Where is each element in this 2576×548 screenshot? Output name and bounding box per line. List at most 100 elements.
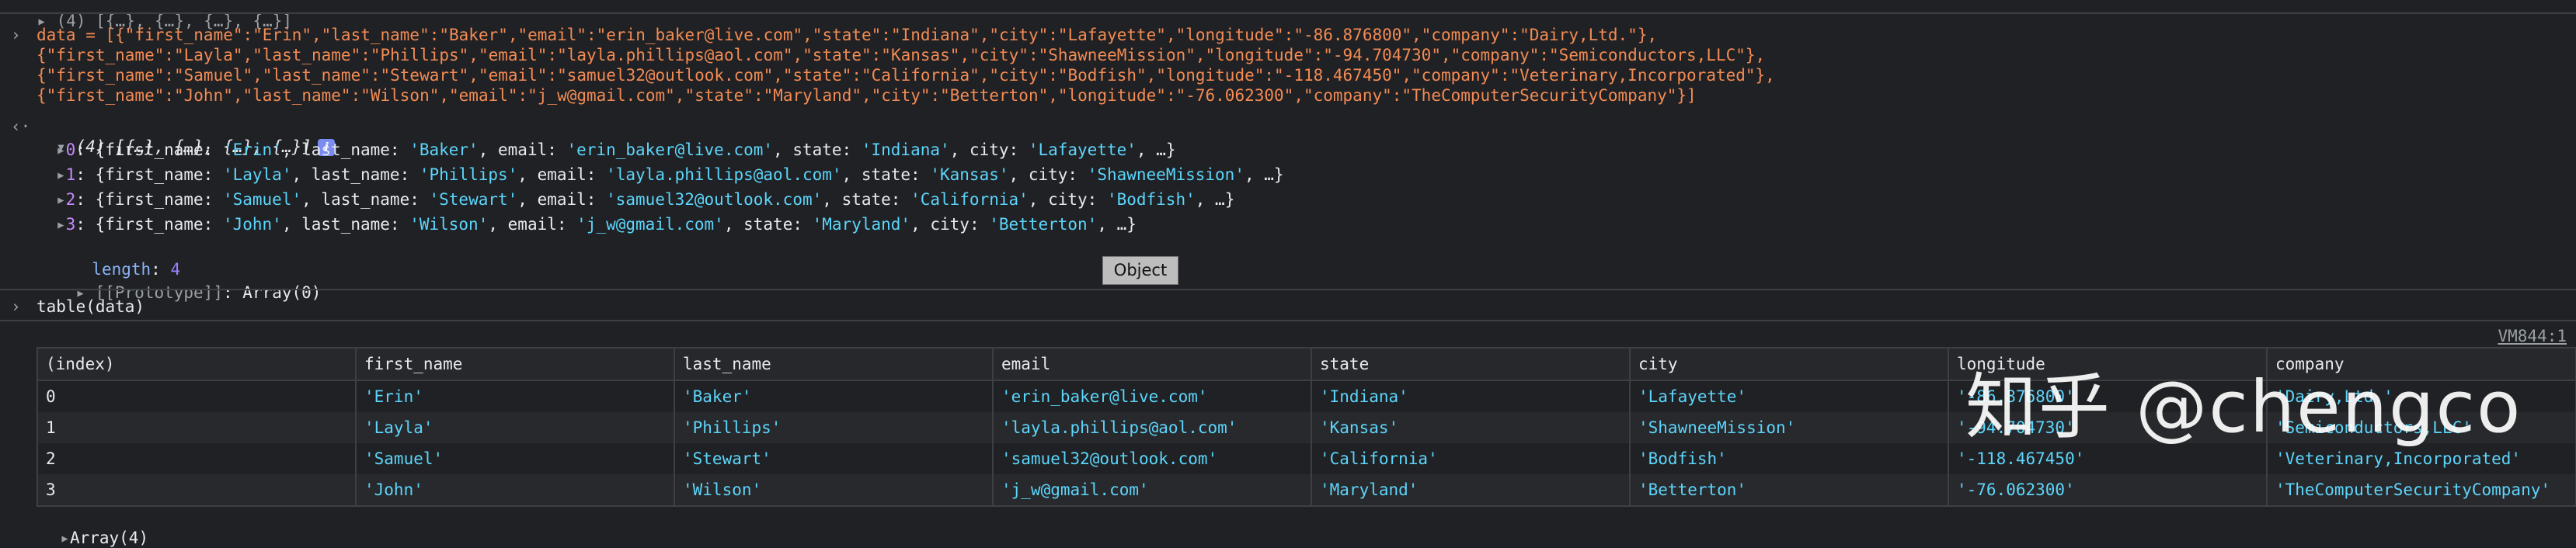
table-cell: 'Stewart' (675, 443, 994, 474)
table-cell: 2 (38, 443, 357, 474)
input-line-4: {"first_name":"John","last_name":"Wilson… (37, 86, 1697, 105)
expand-arrow-icon[interactable]: ▸ (60, 529, 70, 547)
divider (0, 320, 2576, 321)
expand-arrow-icon[interactable]: ▸ (56, 165, 66, 184)
input-line-2: {"first_name":"Layla","last_name":"Phill… (37, 46, 1766, 64)
item-key: last_name: (321, 190, 430, 209)
item-value: 'Betterton' (989, 215, 1098, 234)
input-prompt-icon: › (11, 26, 21, 44)
expand-arrow-icon[interactable]: ▸ (56, 140, 66, 159)
table-cell: 'erin_baker@live.com' (994, 381, 1312, 412)
table-cell: 0 (38, 381, 357, 412)
item-value: 'Erin' (222, 140, 282, 159)
column-header[interactable]: city (1631, 349, 1949, 380)
column-header[interactable]: first_name (357, 349, 675, 380)
table-cell: 'ShawneeMission' (1631, 412, 1949, 443)
item-value: 'ShawneeMission' (1087, 165, 1244, 184)
item-value: 'Bodfish' (1106, 190, 1196, 209)
watermark: 知乎 @chengco (1965, 366, 2522, 449)
item-index: 0 (65, 140, 76, 159)
item-index: 1 (65, 165, 76, 184)
item-value: 'erin_baker@live.com' (566, 140, 774, 159)
table-cell: 'layla.phillips@aol.com' (994, 412, 1312, 443)
table-cell: 3 (38, 474, 357, 505)
item-key: email: (537, 165, 607, 184)
item-key: state: (743, 215, 813, 234)
expand-arrow-icon[interactable]: ▸ (56, 215, 66, 234)
table-cell: 'Betterton' (1631, 474, 1949, 505)
item-key: first_name: (105, 165, 223, 184)
item-key: email: (498, 140, 567, 159)
item-key: state: (841, 190, 911, 209)
table-cell: '-76.062300' (1949, 474, 2268, 505)
item-key: email: (537, 190, 607, 209)
table-cell: 'Indiana' (1312, 381, 1631, 412)
array-item[interactable]: ▸2: {first_name: 'Samuel', last_name: 'S… (56, 189, 2576, 210)
table-cell: 'California' (1312, 443, 1631, 474)
table-cell: 'Bodfish' (1631, 443, 1949, 474)
item-value: 'Maryland' (812, 215, 911, 234)
divider (0, 12, 2576, 14)
item-value: 'j_w@gmail.com' (576, 215, 724, 234)
table-cell: 'John' (357, 474, 675, 505)
command-line: table(data) (37, 297, 145, 316)
item-value: 'layla.phillips@aol.com' (606, 165, 842, 184)
table-cell: 'Lafayette' (1631, 381, 1949, 412)
table-cell: 'samuel32@outlook.com' (994, 443, 1312, 474)
table-cell: 'Baker' (675, 381, 994, 412)
table-cell: 'TheComputerSecurityCompany' (2275, 480, 2551, 499)
item-key: first_name: (105, 140, 223, 159)
item-value: 'Stewart' (429, 190, 518, 209)
table-cell: 'Phillips' (675, 412, 994, 443)
divider (0, 289, 2576, 290)
table-row: 3 'John' 'Wilson''j_w@gmail.com' 'Maryland'… (38, 474, 2575, 505)
item-key: city: (930, 215, 990, 234)
item-key: last_name: (301, 140, 410, 159)
item-key: first_name: (105, 190, 223, 209)
column-header[interactable]: (index) (38, 349, 357, 380)
result-arrow-icon: ‹· (11, 117, 31, 136)
item-key: first_name: (105, 215, 223, 234)
column-header[interactable]: last_name (675, 349, 994, 380)
input-line-3: {"first_name":"Samuel","last_name":"Stew… (37, 66, 1775, 85)
table-cell: 'Maryland' (1312, 474, 1631, 505)
item-key: last_name: (311, 165, 419, 184)
table-cell: 'Layla' (357, 412, 675, 443)
item-value: 'California' (910, 190, 1029, 209)
item-value: 'Samuel' (222, 190, 302, 209)
item-value: 'Baker' (409, 140, 479, 159)
table-cell: 'Kansas' (1312, 412, 1631, 443)
item-value: 'Indiana' (861, 140, 950, 159)
source-link[interactable]: VM844:1 (2498, 326, 2567, 346)
item-value: 'Lafayette' (1028, 140, 1137, 159)
input-line-1: data = [{"first_name":"Erin","last_name"… (37, 26, 1658, 44)
table-cell: 'Samuel' (357, 443, 675, 474)
expand-arrow-icon[interactable]: ▸ (56, 190, 66, 209)
column-header[interactable]: state (1312, 349, 1631, 380)
tooltip: Object (1102, 256, 1178, 285)
array-item[interactable]: ▸3: {first_name: 'John', last_name: 'Wil… (56, 214, 2576, 234)
table-cell: 'Wilson' (675, 474, 994, 505)
input-prompt-icon: › (11, 297, 21, 316)
item-value: 'samuel32@outlook.com' (606, 190, 823, 209)
item-key: state: (861, 165, 931, 184)
item-value: 'Layla' (222, 165, 292, 184)
item-key: city: (1028, 165, 1088, 184)
item-key: city: (969, 140, 1029, 159)
footer-array: Array(4) (69, 529, 149, 547)
column-header[interactable]: email (994, 349, 1312, 380)
item-value: 'John' (222, 215, 282, 234)
item-value: 'Phillips' (419, 165, 518, 184)
array-item[interactable]: ▸1: {first_name: 'Layla', last_name: 'Ph… (56, 165, 2576, 185)
item-value: 'Wilson' (409, 215, 489, 234)
item-key: email: (507, 215, 577, 234)
item-value: 'Kansas' (930, 165, 1009, 184)
item-key: last_name: (301, 215, 410, 234)
table-cell: 1 (38, 412, 357, 443)
item-key: city: (1048, 190, 1107, 209)
item-index: 3 (65, 215, 76, 234)
table-cell: 'j_w@gmail.com' (994, 474, 1312, 505)
footer-line[interactable]: ▸Array(4) (40, 508, 2576, 548)
array-item[interactable]: ▸0: {first_name: 'Erin', last_name: 'Bak… (56, 140, 2576, 160)
item-key: state: (792, 140, 862, 159)
